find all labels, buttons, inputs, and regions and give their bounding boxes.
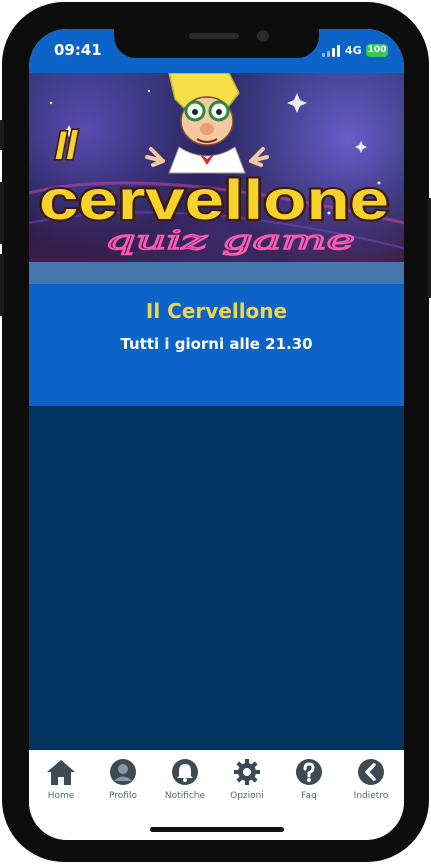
tab-profile-label: Profilo xyxy=(109,791,137,801)
tab-home[interactable]: Home xyxy=(30,758,92,801)
tab-options[interactable]: Opzioni xyxy=(216,758,278,801)
notch xyxy=(114,29,319,58)
show-schedule: Tutti i giorni alle 21.30 xyxy=(120,335,313,353)
front-camera xyxy=(257,30,269,42)
tab-home-label: Home xyxy=(47,791,75,801)
main-content-area xyxy=(29,406,404,750)
show-info-card: Il Cervellone Tutti i giorni alle 21.30 xyxy=(29,284,404,406)
phone-frame: 09:41 4G 100 Il cervellone quiz game Il … xyxy=(0,2,431,862)
tab-notifications[interactable]: Notifiche xyxy=(154,758,216,801)
network-type: 4G xyxy=(345,44,362,57)
back-icon xyxy=(358,759,384,785)
logo-line2: cervellone xyxy=(39,168,389,231)
power-button xyxy=(427,198,431,298)
logo-line1: Il xyxy=(55,124,78,168)
bell-icon xyxy=(172,759,198,785)
home-indicator[interactable] xyxy=(150,827,284,832)
app-screen: 09:41 4G 100 Il cervellone quiz game Il … xyxy=(29,29,404,840)
signal-icon xyxy=(322,45,342,57)
tab-profile[interactable]: Profilo xyxy=(92,758,154,801)
show-banner: Il cervellone quiz game xyxy=(29,73,404,262)
status-time: 09:41 xyxy=(54,41,102,59)
tab-options-label: Opzioni xyxy=(230,791,264,801)
tab-back-label: Indietro xyxy=(353,791,389,801)
divider-stripe xyxy=(29,262,404,284)
status-bar: 09:41 4G 100 xyxy=(29,29,404,73)
profile-icon xyxy=(110,759,136,785)
volume-up-button xyxy=(0,182,4,244)
home-icon xyxy=(47,760,75,785)
speaker-grille xyxy=(189,33,239,39)
tab-notifications-label: Notifiche xyxy=(164,791,206,801)
tab-back[interactable]: Indietro xyxy=(340,758,402,801)
tab-faq[interactable]: Faq xyxy=(278,758,340,801)
volume-down-button xyxy=(0,254,4,316)
battery-indicator: 100 xyxy=(366,44,388,57)
tab-faq-label: Faq xyxy=(301,791,317,801)
mute-switch xyxy=(0,120,4,150)
show-title: Il Cervellone xyxy=(145,299,288,323)
question-icon xyxy=(296,759,322,785)
gear-icon xyxy=(234,759,260,785)
logo-line3: quiz game xyxy=(105,226,355,256)
show-logo: Il cervellone quiz game xyxy=(37,123,391,257)
